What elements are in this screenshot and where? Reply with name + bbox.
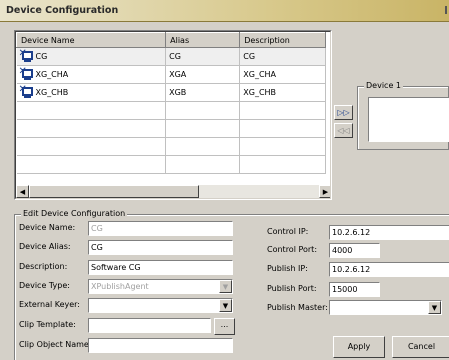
device-name-cell: ✕CG	[16, 47, 167, 66]
device-name-field[interactable]: CG	[88, 221, 233, 236]
description-cell: XG_CHA	[239, 65, 326, 84]
description-field[interactable]: Software CG	[88, 260, 233, 275]
device-alias-label: Device Alias:	[19, 242, 71, 251]
device-type-label: Device Type:	[19, 281, 70, 290]
alias-cell: CG	[165, 47, 241, 66]
clip-object-name-label: Clip Object Name:	[19, 340, 92, 349]
chevron-down-icon[interactable]: ▼	[219, 280, 232, 293]
device-table-header: Device Name Alias Description	[16, 32, 326, 48]
double-left-arrow-icon: ◁◁	[337, 126, 350, 135]
window-title-bar[interactable]: Device Configuration	[0, 0, 449, 22]
publish-master-label: Publish Master:	[267, 303, 328, 312]
device-alias-field[interactable]: CG	[88, 240, 233, 255]
chevron-down-icon[interactable]: ▼	[219, 299, 232, 312]
monitor-device-icon: ✕	[19, 84, 34, 98]
publish-port-field[interactable]: 15000	[329, 282, 380, 297]
device1-label: Device 1	[364, 81, 403, 90]
device1-group: Device 1	[357, 81, 449, 150]
description-label: Description:	[19, 262, 68, 271]
scroll-right-button[interactable]: ▶	[319, 185, 330, 198]
table-row[interactable]: ✕CG CG CG	[16, 47, 326, 66]
description-cell: XG_CHB	[239, 83, 326, 102]
monitor-device-icon: ✕	[19, 48, 34, 62]
device-name-text: XG_CHB	[35, 88, 69, 97]
device-table-frame: Device Name Alias Description ✕CG CG CG …	[14, 30, 332, 200]
table-row[interactable]: ✕XG_CHB XGB XG_CHB	[16, 83, 326, 102]
control-ip-label: Control IP:	[267, 227, 309, 236]
table-row[interactable]: ✕XG_CHA XGA XG_CHA	[16, 65, 326, 84]
add-device-button[interactable]: ▷▷	[334, 105, 353, 120]
edit-config-label: Edit Device Configuration	[21, 209, 128, 218]
table-row-empty	[16, 101, 326, 120]
cancel-button[interactable]: Cancel	[392, 336, 449, 358]
device-name-cell: ✕XG_CHB	[16, 83, 167, 102]
clip-template-label: Clip Template:	[19, 320, 76, 329]
table-row-empty	[16, 119, 326, 138]
column-header-description[interactable]: Description	[239, 32, 326, 48]
clip-template-field[interactable]	[88, 318, 211, 333]
title-grip-icon	[445, 6, 447, 14]
window-title: Device Configuration	[6, 5, 119, 16]
device-type-select[interactable]: XPublishAgent ▼	[88, 279, 233, 294]
clip-object-name-field[interactable]	[88, 338, 233, 353]
publish-ip-label: Publish IP:	[267, 264, 308, 273]
control-ip-field[interactable]: 10.2.6.12	[329, 225, 449, 240]
apply-button[interactable]: Apply	[333, 336, 385, 358]
device-name-text: CG	[35, 52, 48, 61]
device-table: Device Name Alias Description ✕CG CG CG …	[16, 32, 326, 174]
monitor-device-icon: ✕	[19, 66, 34, 80]
remove-device-button[interactable]: ◁◁	[334, 123, 353, 138]
description-cell: CG	[239, 47, 326, 66]
external-keyer-select[interactable]: ▼	[88, 298, 233, 313]
column-header-alias[interactable]: Alias	[165, 32, 241, 48]
control-port-label: Control Port:	[267, 245, 318, 254]
external-keyer-label: External Keyer:	[19, 300, 81, 309]
alias-cell: XGA	[165, 65, 241, 84]
double-right-arrow-icon: ▷▷	[337, 108, 350, 117]
horizontal-scrollbar[interactable]: ◀ ▶	[16, 185, 330, 198]
publish-port-label: Publish Port:	[267, 284, 317, 293]
device-name-text: XG_CHA	[35, 70, 69, 79]
column-header-device-name[interactable]: Device Name	[16, 32, 167, 48]
publish-ip-field[interactable]: 10.2.6.12	[329, 262, 449, 277]
publish-master-select[interactable]: ▼	[329, 300, 442, 315]
device-name-cell: ✕XG_CHA	[16, 65, 167, 84]
chevron-down-icon[interactable]: ▼	[428, 301, 441, 314]
device-type-value: XPublishAgent	[91, 282, 149, 291]
alias-cell: XGB	[165, 83, 241, 102]
device-name-label: Device Name:	[19, 223, 76, 232]
clip-template-browse-button[interactable]: ...	[214, 318, 235, 335]
table-row-empty	[16, 137, 326, 156]
table-row-empty	[16, 155, 326, 174]
control-port-field[interactable]: 4000	[329, 243, 380, 258]
scroll-thumb[interactable]	[29, 185, 199, 198]
scroll-left-button[interactable]: ◀	[16, 185, 29, 198]
device1-list[interactable]	[368, 97, 449, 142]
